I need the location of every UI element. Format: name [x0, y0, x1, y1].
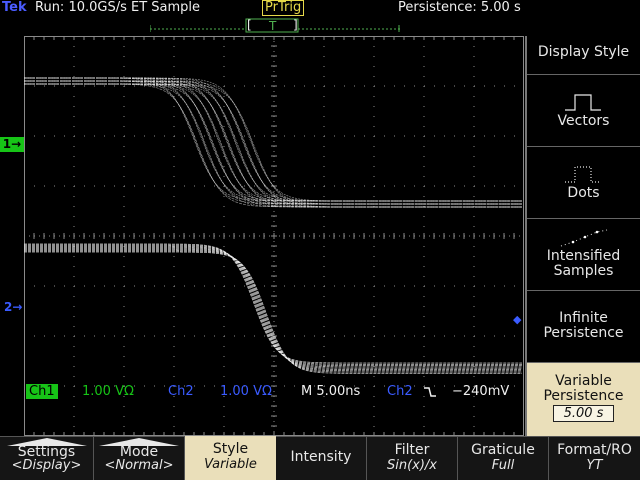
intensity-button[interactable]: Intensity: [276, 436, 367, 480]
ch1-scale: 1.00 VΩ: [82, 384, 134, 399]
acquisition-status: Run: 10.0GS/s ET Sample: [35, 0, 201, 15]
format-readout-button[interactable]: Format/RO YT: [549, 436, 640, 480]
filter-button[interactable]: Filter Sin(x)/x: [367, 436, 458, 480]
ch2-scale: 1.00 VΩ: [220, 384, 272, 399]
persistence-value: 5.00 s: [552, 405, 615, 422]
trigger-position-marker: T: [268, 19, 277, 33]
trigger-level-marker: ◆: [513, 313, 522, 326]
vectors-style-icon: [565, 94, 601, 111]
trigger-status: PrTrig: [262, 0, 305, 16]
trigger-source: Ch2: [387, 384, 413, 399]
dots-button[interactable]: Dots: [527, 146, 640, 218]
ch2-ground-marker[interactable]: 2→: [4, 300, 22, 314]
ch1-ground-marker[interactable]: 1→: [0, 137, 24, 152]
vectors-button[interactable]: Vectors: [527, 74, 640, 146]
graticule: [24, 36, 524, 436]
graticule-button[interactable]: Graticule Full: [458, 436, 549, 480]
timebase-readout: M 5.00ns: [301, 384, 361, 399]
style-button[interactable]: Style Variable: [185, 436, 276, 480]
settings-button[interactable]: Settings <Display>: [0, 436, 94, 480]
svg-text:[: [: [247, 18, 252, 32]
side-menu-title: Display Style: [527, 36, 640, 74]
record-position-bar: [ ] T: [150, 18, 400, 33]
ch2-label: Ch2: [168, 384, 194, 399]
waveform-display[interactable]: [24, 36, 524, 436]
infinite-persistence-button[interactable]: Infinite Persistence: [527, 290, 640, 362]
trigger-level: −240mV: [452, 384, 510, 399]
ch1-badge: Ch1: [26, 384, 58, 399]
persistence-readout: Persistence: 5.00 s: [398, 0, 521, 15]
dots-style-icon: [565, 166, 601, 183]
svg-text:]: ]: [293, 18, 298, 32]
ch2-waveform: [24, 243, 522, 374]
mode-button[interactable]: Mode <Normal>: [94, 436, 185, 480]
variable-persistence-button[interactable]: Variable Persistence 5.00 s: [527, 362, 640, 436]
intensified-samples-button[interactable]: Intensified Samples: [527, 218, 640, 290]
falling-edge-icon: [424, 387, 436, 397]
brand-label: Tek: [2, 0, 27, 15]
intensified-style-icon: [560, 229, 608, 247]
ch1-waveform: [24, 77, 522, 208]
